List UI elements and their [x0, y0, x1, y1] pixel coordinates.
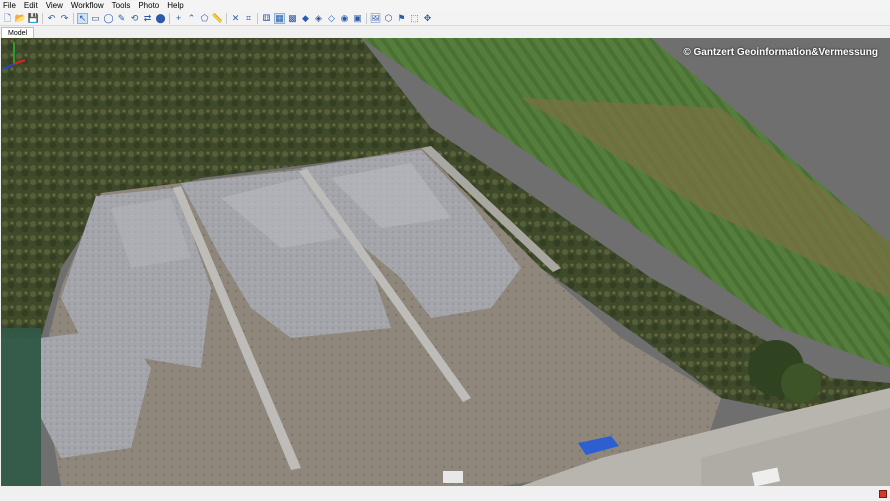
toolbar-separator — [73, 12, 74, 24]
move-object-icon[interactable]: ⟲ — [129, 13, 140, 24]
status-indicator-icon[interactable] — [879, 490, 887, 498]
rectangle-selection-icon[interactable]: ▭ — [90, 13, 101, 24]
undo-icon[interactable]: ↶ — [46, 13, 57, 24]
menu-tools[interactable]: Tools — [108, 0, 135, 11]
menu-help[interactable]: Help — [163, 0, 187, 11]
menu-photo[interactable]: Photo — [134, 0, 163, 11]
show-markers-icon[interactable]: ⚑ — [396, 13, 407, 24]
toolbar-separator — [169, 12, 170, 24]
draw-point-icon[interactable]: + — [173, 13, 184, 24]
draw-polyline-icon[interactable]: ⌃ — [186, 13, 197, 24]
shaded-model-icon[interactable]: ◆ — [300, 13, 311, 24]
tiled-model-icon[interactable]: ▣ — [352, 13, 363, 24]
point-cloud-icon[interactable]: ▦ — [274, 12, 285, 24]
toolbar: 🗋 📂 💾 ↶ ↷ ↖ ▭ ◯ ✎ ⟲ ⇄ ⬤ + ⌃ ⬠ 📏 ✕ ⌗ ⚅ ▦ ▩ ◆ ◈ ◇ ◉ ▣ 🖼 ⬡ ⚑ ⬚ ✥ — [0, 11, 890, 26]
rotate-object-icon[interactable]: ⇄ — [142, 13, 153, 24]
draw-polygon-icon[interactable]: ⬠ — [199, 13, 210, 24]
tab-bar: Model — [0, 26, 890, 38]
wireframe-model-icon[interactable]: ◇ — [326, 13, 337, 24]
crop-selection-icon[interactable]: ⌗ — [243, 13, 254, 24]
reset-view-icon[interactable]: ✥ — [422, 13, 433, 24]
ruler-icon[interactable]: 📏 — [212, 13, 223, 24]
textured-model-icon[interactable]: ◉ — [339, 13, 350, 24]
open-project-icon[interactable]: 📂 — [15, 13, 26, 24]
navigation-icon[interactable]: ↖ — [77, 12, 88, 24]
model-viewport[interactable]: © Gantzert Geoinformation&Vermessung — [1, 38, 890, 486]
redo-icon[interactable]: ↷ — [59, 13, 70, 24]
toolbar-separator — [42, 12, 43, 24]
tab-model[interactable]: Model — [1, 27, 35, 38]
show-shapes-icon[interactable]: ⬡ — [383, 13, 394, 24]
toolbar-separator — [366, 12, 367, 24]
menu-workflow[interactable]: Workflow — [67, 0, 108, 11]
dense-cloud-icon[interactable]: ▩ — [287, 13, 298, 24]
show-region-icon[interactable]: ⬚ — [409, 13, 420, 24]
free-form-selection-icon[interactable]: ✎ — [116, 13, 127, 24]
circle-selection-icon[interactable]: ◯ — [103, 13, 114, 24]
solid-model-icon[interactable]: ◈ — [313, 13, 324, 24]
delete-selection-icon[interactable]: ✕ — [230, 13, 241, 24]
menu-file[interactable]: File — [0, 0, 20, 11]
status-bar — [0, 486, 890, 501]
menu-bar: File Edit View Workflow Tools Photo Help — [0, 0, 890, 11]
scale-object-icon[interactable]: ⬤ — [155, 13, 166, 24]
watermark-text: © Gantzert Geoinformation&Vermessung — [683, 47, 878, 58]
point-cloud-scene — [1, 38, 890, 486]
white-object-1 — [443, 471, 463, 483]
green-netting — [1, 328, 41, 486]
menu-edit[interactable]: Edit — [20, 0, 42, 11]
menu-view[interactable]: View — [42, 0, 67, 11]
axis-gizmo-icon — [3, 42, 26, 70]
show-images-icon[interactable]: 🖼 — [370, 13, 381, 24]
show-cameras-icon[interactable]: ⚅ — [261, 13, 272, 24]
new-project-icon[interactable]: 🗋 — [2, 13, 13, 24]
toolbar-separator — [226, 12, 227, 24]
toolbar-separator — [257, 12, 258, 24]
save-project-icon[interactable]: 💾 — [28, 13, 39, 24]
